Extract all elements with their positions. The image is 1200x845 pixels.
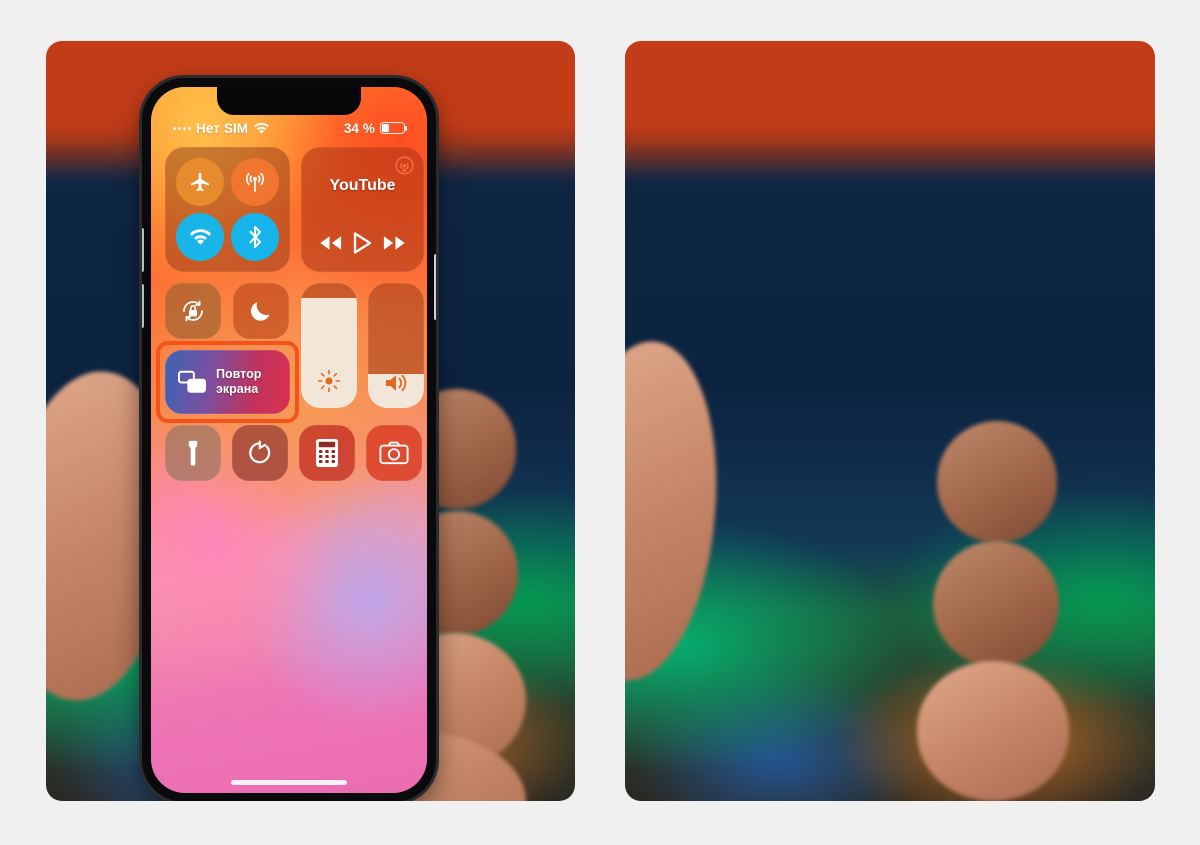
home-indicator[interactable] (231, 780, 347, 785)
wifi-icon (253, 122, 270, 135)
volume-down-button[interactable] (142, 284, 144, 328)
finger-index (937, 421, 1057, 543)
rewind-button[interactable] (317, 234, 344, 252)
flashlight-icon (188, 440, 198, 466)
airplane-icon (191, 172, 209, 192)
media-title: YouTube (329, 177, 396, 194)
timer-icon (249, 440, 271, 464)
bluetooth-toggle[interactable] (231, 213, 279, 261)
rotation-lock-icon (183, 300, 203, 322)
screen-mirroring-tile[interactable]: Повтор экрана (165, 350, 290, 414)
do-not-disturb-toggle[interactable] (233, 283, 289, 339)
flashlight-button[interactable] (165, 425, 221, 481)
speaker-icon (383, 372, 409, 394)
power-button[interactable] (434, 254, 436, 320)
right-photo-panel: Повтор экрана Samsung 7 Series (625, 41, 1155, 801)
connectivity-module (165, 147, 290, 272)
airplay-audio-icon[interactable] (395, 156, 414, 175)
play-button[interactable] (351, 231, 373, 255)
brightness-slider[interactable] (301, 283, 357, 408)
timer-button[interactable] (232, 425, 288, 481)
iphone-device-left: Нет SIM 34 % YouTube Повтор экрана (142, 78, 436, 801)
toggle-row (165, 283, 290, 339)
screen-mirroring-label: Повтор экрана (216, 367, 262, 396)
left-photo-panel: Нет SIM 34 % YouTube Повтор экрана (46, 41, 575, 801)
rotation-lock-toggle[interactable] (165, 283, 221, 339)
battery-percent-label: 34 % (343, 120, 375, 136)
rewind-icon (320, 236, 341, 250)
shortcuts-row (165, 425, 424, 481)
screen-mirroring-icon (178, 370, 206, 393)
battery-icon (380, 122, 408, 134)
moon-icon (250, 302, 270, 321)
wifi-toggle[interactable] (176, 213, 224, 261)
cellular-data-toggle[interactable] (231, 158, 279, 206)
finger-ring (917, 661, 1069, 801)
calculator-icon (316, 439, 338, 467)
bluetooth-icon (249, 225, 262, 249)
status-bar: Нет SIM 34 % (151, 117, 427, 139)
airplane-mode-toggle[interactable] (176, 158, 224, 206)
fast-forward-icon (384, 236, 405, 250)
volume-up-button[interactable] (142, 228, 144, 272)
screen-mirroring-tile-wrapper: Повтор экрана (156, 341, 299, 423)
slider-group (301, 283, 424, 414)
forward-button[interactable] (381, 234, 408, 252)
carrier-label: Нет SIM (196, 120, 249, 136)
calculator-button[interactable] (299, 425, 355, 481)
play-icon (354, 232, 372, 254)
screenshot-stage: Нет SIM 34 % YouTube Повтор экрана (0, 0, 1200, 845)
cellular-antenna-icon (245, 172, 265, 192)
camera-button[interactable] (366, 425, 422, 481)
wifi-icon (189, 229, 211, 245)
signal-dots-icon (173, 126, 191, 130)
notch (217, 87, 361, 115)
brightness-sun-icon (316, 368, 342, 394)
now-playing-card[interactable]: YouTube (301, 147, 424, 272)
left-controls-column: Повтор экрана (156, 283, 299, 423)
control-center: YouTube Повтор экрана (156, 147, 424, 481)
camera-icon (379, 441, 409, 465)
finger-middle (933, 541, 1059, 667)
phone-screen-left: Нет SIM 34 % YouTube Повтор экрана (151, 87, 427, 793)
volume-slider[interactable] (368, 283, 424, 408)
